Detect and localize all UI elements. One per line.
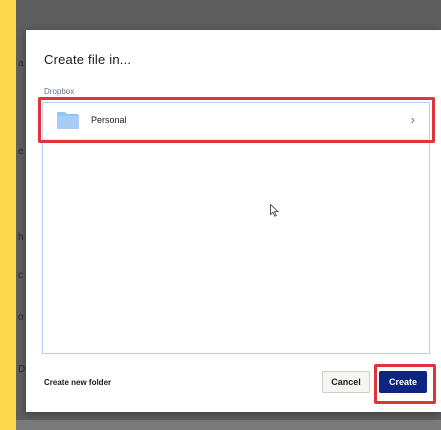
background-text-fragment: e	[18, 146, 24, 157]
dialog-title: Create file in...	[44, 52, 132, 67]
folder-icon	[57, 112, 79, 129]
screen: a e h c o D Create file in... Dropbox Pe…	[0, 0, 441, 430]
background-footer-strip	[16, 420, 441, 430]
create-button[interactable]: Create	[379, 371, 427, 393]
chevron-right-icon: ›	[410, 112, 415, 127]
cancel-button[interactable]: Cancel	[322, 371, 370, 393]
background-text-fragment: a	[18, 58, 24, 69]
folder-row-personal[interactable]: Personal ›	[43, 103, 429, 140]
mouse-cursor-icon	[270, 204, 279, 217]
folder-list[interactable]: Personal ›	[42, 102, 430, 354]
background-text-fragment: c	[18, 270, 23, 281]
background-text-fragment: o	[18, 312, 24, 323]
folder-name: Personal	[91, 115, 127, 125]
create-new-folder-link[interactable]: Create new folder	[44, 378, 111, 387]
background-text-fragment: D	[18, 364, 26, 375]
breadcrumb[interactable]: Dropbox	[44, 87, 74, 96]
create-file-dialog: Create file in... Dropbox Personal › Cre…	[26, 30, 441, 412]
background-text-fragment: h	[18, 232, 24, 243]
